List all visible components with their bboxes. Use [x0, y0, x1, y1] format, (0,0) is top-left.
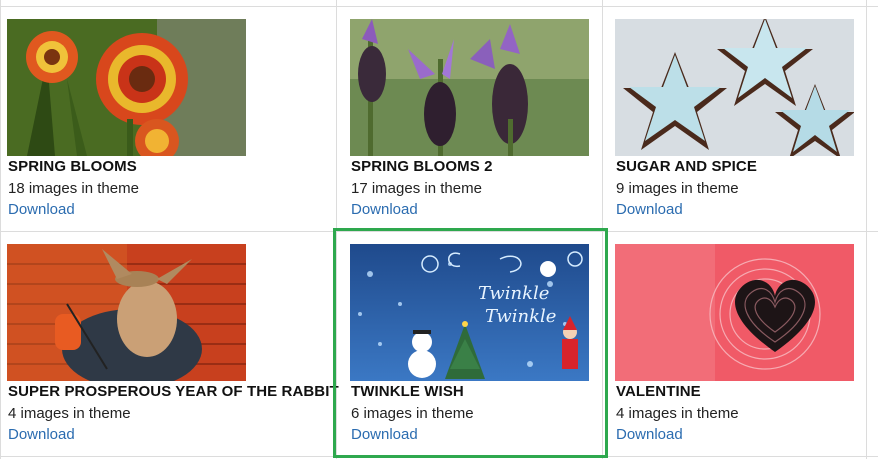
grid-divider	[0, 6, 878, 7]
theme-image-count: 18 images in theme	[8, 180, 139, 197]
download-link[interactable]: Download	[351, 201, 418, 218]
theme-image-count: 4 images in theme	[8, 405, 131, 422]
svg-text:Twinkle: Twinkle	[478, 283, 549, 304]
theme-thumbnail[interactable]	[615, 19, 854, 156]
download-link[interactable]: Download	[616, 201, 683, 218]
download-link[interactable]: Download	[8, 426, 75, 443]
theme-title: SPRING BLOOMS	[8, 158, 137, 175]
theme-image-count: 9 images in theme	[616, 180, 739, 197]
theme-title: TWINKLE WISH	[351, 383, 464, 400]
theme-thumbnail[interactable]	[350, 19, 589, 156]
grid-divider	[0, 0, 1, 459]
theme-thumbnail[interactable]	[7, 19, 246, 156]
download-link[interactable]: Download	[8, 201, 75, 218]
theme-title: SPRING BLOOMS 2	[351, 158, 493, 175]
theme-title: SUPER PROSPEROUS YEAR OF THE RABBIT	[8, 383, 339, 400]
download-link[interactable]: Download	[351, 426, 418, 443]
theme-title: SUGAR AND SPICE	[616, 158, 757, 175]
theme-thumbnail[interactable]: Twinkle Twinkle	[350, 244, 589, 381]
grid-divider	[866, 0, 867, 459]
svg-text:Twinkle: Twinkle	[485, 306, 556, 327]
theme-image-count: 4 images in theme	[616, 405, 739, 422]
download-link[interactable]: Download	[616, 426, 683, 443]
theme-image-count: 17 images in theme	[351, 180, 482, 197]
theme-thumbnail[interactable]	[7, 244, 246, 381]
theme-image-count: 6 images in theme	[351, 405, 474, 422]
theme-title: VALENTINE	[616, 383, 701, 400]
theme-thumbnail[interactable]	[615, 244, 854, 381]
